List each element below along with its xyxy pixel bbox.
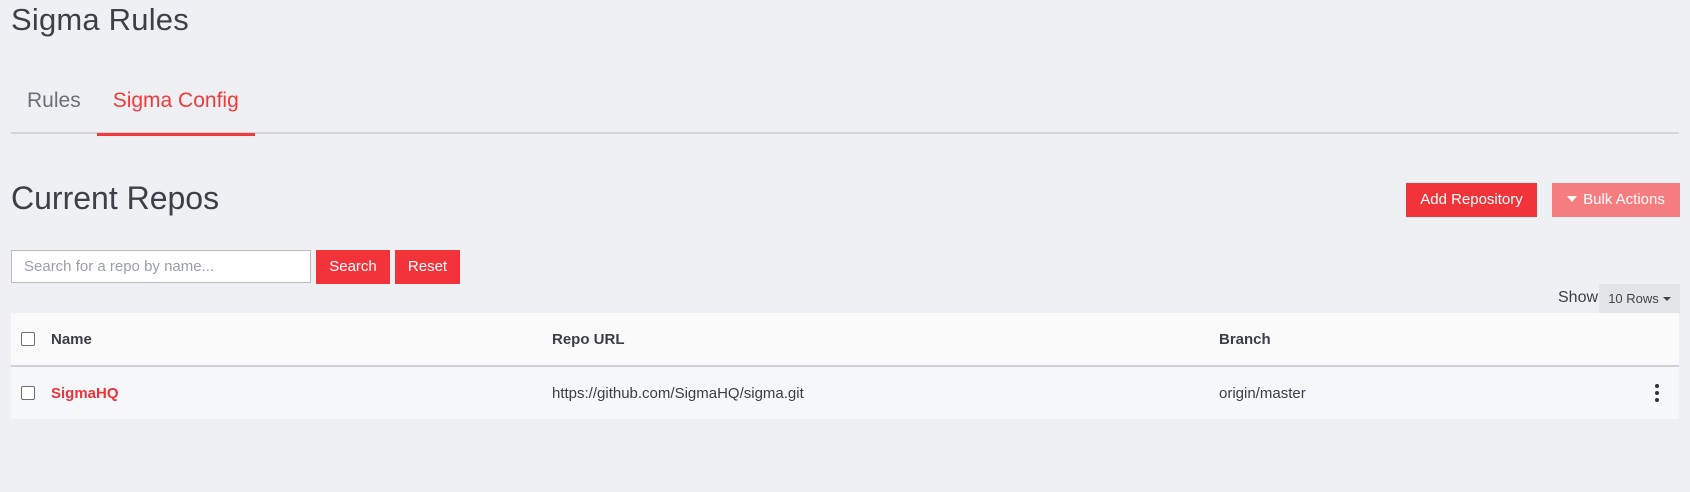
section-title: Current Repos <box>11 180 220 216</box>
select-all-checkbox[interactable] <box>21 332 35 346</box>
reset-button-label: Reset <box>407 258 448 275</box>
bulk-actions-button[interactable]: Bulk Actions <box>1552 183 1680 217</box>
caret-down-icon <box>1662 297 1671 301</box>
add-repository-button[interactable]: Add Repository <box>1406 183 1537 217</box>
search-button-label: Search <box>329 258 377 275</box>
rows-per-page-select[interactable]: 10 Rows <box>1599 284 1680 313</box>
repo-url: https://github.com/SigmaHQ/sigma.git <box>552 384 804 402</box>
show-label: Show <box>1558 289 1599 306</box>
column-header-repo-url[interactable]: Repo URL <box>552 313 625 365</box>
search-button[interactable]: Search <box>316 250 390 284</box>
tab-rules[interactable]: Rules <box>11 68 97 134</box>
kebab-menu-icon[interactable] <box>1651 380 1663 406</box>
table-row: SigmaHQ https://github.com/SigmaHQ/sigma… <box>11 367 1679 419</box>
reset-button[interactable]: Reset <box>395 250 460 284</box>
add-repository-label: Add Repository <box>1420 191 1523 208</box>
table-header: Name Repo URL Branch <box>11 313 1679 367</box>
column-header-branch[interactable]: Branch <box>1219 313 1271 365</box>
search-input[interactable] <box>11 250 311 283</box>
page: Sigma Rules Rules Sigma Config Current R… <box>0 0 1690 492</box>
bulk-actions-label: Bulk Actions <box>1583 191 1665 208</box>
column-header-name[interactable]: Name <box>51 313 92 365</box>
caret-down-icon <box>1567 196 1578 202</box>
tab-sigma-config[interactable]: Sigma Config <box>96 68 255 136</box>
page-title: Sigma Rules <box>11 2 189 37</box>
repo-branch: origin/master <box>1219 384 1306 402</box>
repos-table: Name Repo URL Branch SigmaHQ https://git… <box>11 313 1679 419</box>
repo-name-link[interactable]: SigmaHQ <box>51 385 119 402</box>
tab-bar: Rules Sigma Config <box>11 68 1679 136</box>
row-checkbox[interactable] <box>21 386 35 400</box>
rows-per-page-value: 10 Rows <box>1608 291 1659 306</box>
